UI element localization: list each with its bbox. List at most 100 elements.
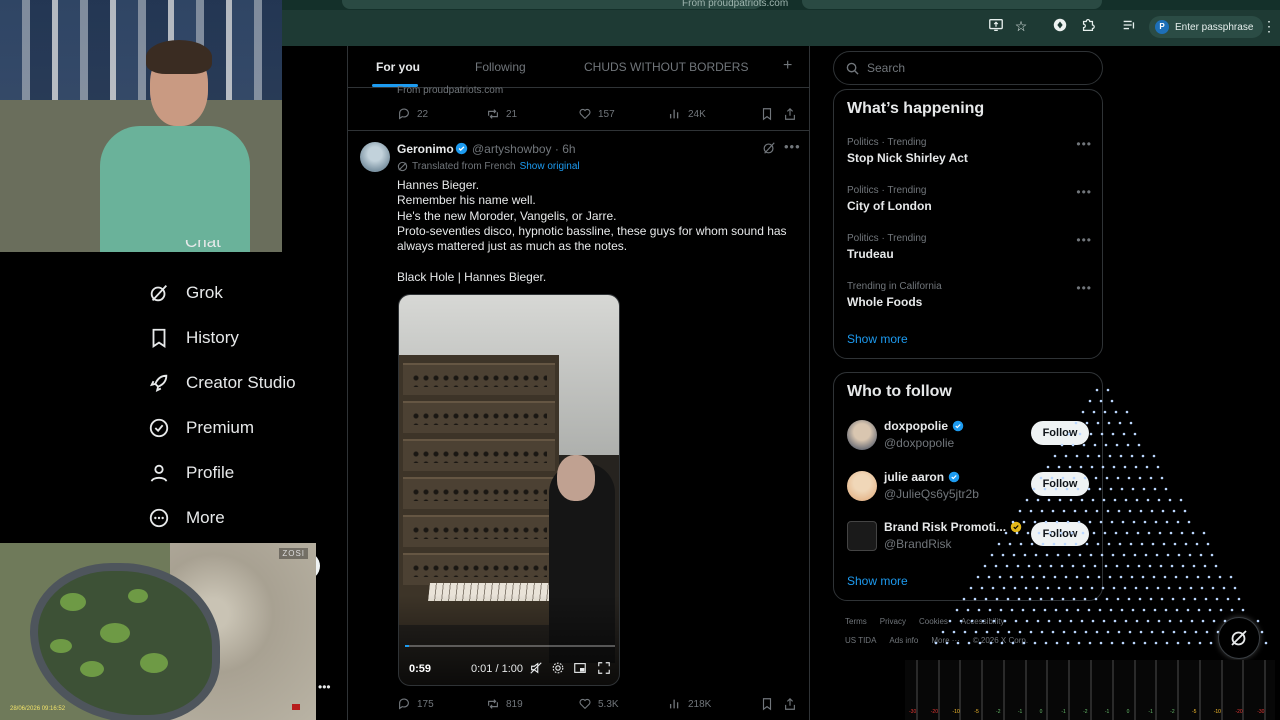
trend-item[interactable]: Politics · Trending Stop Nick Shirley Ac… <box>847 137 1092 173</box>
footer-link-ads-info[interactable]: Ads info <box>889 636 918 645</box>
previous-post-source[interactable]: From proudpatriots.com <box>397 85 503 96</box>
video-player[interactable]: 0:59 0:01 / 1:00 <box>398 294 620 686</box>
overlay-dot <box>1155 553 1159 557</box>
trend-item[interactable]: Trending in California Whole Foods ••• <box>847 281 1092 317</box>
overlay-dot <box>1120 487 1124 491</box>
more-options-icon[interactable]: ••• <box>1076 185 1092 199</box>
account-menu-dots[interactable]: ••• <box>318 680 331 694</box>
search-bar[interactable] <box>833 51 1103 85</box>
overlay-dot <box>1170 564 1174 568</box>
browser-tab[interactable] <box>802 0 1102 9</box>
search-icon <box>846 62 859 75</box>
overlay-dot <box>1183 509 1187 513</box>
show-original-link[interactable]: Show original <box>520 161 580 172</box>
footer-link-us-tida[interactable]: US TIDA <box>845 636 876 645</box>
fullscreen-icon[interactable] <box>597 661 611 675</box>
footer-link-more[interactable]: More ··· <box>931 636 959 645</box>
follow-suggestion[interactable]: julie aaron @JulieQs6y5jtr2b Follow <box>847 470 1092 506</box>
follow-button[interactable]: Follow <box>1031 421 1089 445</box>
overlay-dot <box>1179 619 1183 623</box>
nav-item-profile[interactable]: Profile <box>148 460 234 486</box>
views-button[interactable]: 218K <box>668 697 711 711</box>
overlay-dot <box>1109 608 1113 612</box>
settings-gear-icon[interactable] <box>551 661 565 675</box>
bookmark-icon[interactable] <box>760 107 774 121</box>
follow-show-more-link[interactable]: Show more <box>847 574 908 588</box>
overlay-dot <box>1032 608 1036 612</box>
avatar[interactable] <box>360 142 390 172</box>
tab-following[interactable]: Following <box>475 60 526 74</box>
meter-label: -20 <box>930 709 938 715</box>
nav-item-more[interactable]: More <box>148 505 225 531</box>
more-options-icon[interactable]: ••• <box>1076 281 1092 295</box>
follow-button[interactable]: Follow <box>1031 472 1089 496</box>
overlay-dot <box>1113 619 1117 623</box>
trend-item[interactable]: Politics · Trending Trudeau ••• <box>847 233 1092 269</box>
overlay-dot <box>1124 619 1128 623</box>
trend-item[interactable]: Politics · Trending City of London ••• <box>847 185 1092 221</box>
video-progress-bar[interactable] <box>405 645 615 647</box>
more-options-icon[interactable]: ••• <box>1076 137 1092 151</box>
add-tab-icon[interactable]: + <box>783 57 792 75</box>
screen-share-icon[interactable] <box>987 17 1005 35</box>
overlay-dot <box>1118 542 1122 546</box>
nav-item-chat-label[interactable]: Chat <box>185 240 221 252</box>
share-icon[interactable] <box>783 107 797 121</box>
nav-item-grok[interactable]: Grok <box>148 280 223 306</box>
passphrase-chip[interactable]: P Enter passphrase <box>1149 16 1264 38</box>
share-icon[interactable] <box>783 697 797 711</box>
reply-button[interactable]: 175 <box>397 697 434 711</box>
whats-happening-panel: What’s happening Politics · Trending Sto… <box>833 89 1103 359</box>
more-options-icon[interactable]: ••• <box>784 139 801 154</box>
footer-link-cookies[interactable]: Cookies <box>919 617 948 626</box>
grok-floating-button[interactable] <box>1218 617 1260 659</box>
post-actions: 175 819 5.3K 218K <box>397 697 797 713</box>
footer-link-privacy[interactable]: Privacy <box>880 617 906 626</box>
more-options-icon[interactable]: ••• <box>1076 233 1092 247</box>
nav-item-creator-studio[interactable]: Creator Studio <box>148 370 296 396</box>
overlay-dot <box>1166 553 1170 557</box>
nav-item-history[interactable]: History <box>148 325 239 351</box>
like-button[interactable]: 157 <box>578 107 615 121</box>
extension-shield-icon[interactable] <box>1051 17 1069 35</box>
trend-name: Trudeau <box>847 247 894 261</box>
tab-for-you[interactable]: For you <box>376 60 420 74</box>
post-author-name[interactable]: Geronimo <box>397 142 454 156</box>
follow-suggestion[interactable]: Brand Risk Promoti... @BrandRisk Follow <box>847 520 1092 556</box>
grok-icon[interactable] <box>762 141 776 155</box>
avatar[interactable] <box>847 420 877 450</box>
overlay-dot <box>1150 630 1154 634</box>
bookmark-icon[interactable] <box>760 697 774 711</box>
reply-button[interactable]: 22 <box>397 107 428 121</box>
overlay-dot <box>1119 454 1123 458</box>
overlay-dot <box>1161 509 1165 513</box>
footer-link-accessibility[interactable]: Accessibility <box>961 617 1005 626</box>
star-icon[interactable]: ☆ <box>1012 17 1030 35</box>
tab-chuds-without-borders[interactable]: CHUDS WITHOUT BORDERS <box>584 60 748 74</box>
puzzle-icon[interactable] <box>1079 17 1097 35</box>
follow-button[interactable]: Follow <box>1031 522 1089 546</box>
overlay-dot <box>1087 608 1091 612</box>
search-input[interactable] <box>867 61 1087 75</box>
overlay-dot <box>1105 597 1109 601</box>
overlay-dot <box>1172 630 1176 634</box>
queue-music-icon[interactable] <box>1120 17 1138 35</box>
footer-link-terms[interactable]: Terms <box>845 617 867 626</box>
kebab-menu-icon[interactable]: ⋮ <box>1262 17 1276 35</box>
meter-channel <box>1177 660 1180 720</box>
follow-suggestion[interactable]: doxpopolie @doxpopolie Follow <box>847 419 1092 455</box>
overlay-dot <box>1128 630 1132 634</box>
repost-button[interactable]: 21 <box>486 107 517 121</box>
mute-icon[interactable] <box>529 661 543 675</box>
repost-button[interactable]: 819 <box>486 697 523 711</box>
avatar[interactable] <box>847 471 877 501</box>
views-button[interactable]: 24K <box>668 107 706 121</box>
heart-icon <box>579 108 591 120</box>
like-button[interactable]: 5.3K <box>578 697 619 711</box>
picture-in-picture-icon[interactable] <box>573 661 587 675</box>
avatar[interactable] <box>847 521 877 551</box>
trends-show-more-link[interactable]: Show more <box>847 332 908 346</box>
overlay-dot <box>1103 531 1107 535</box>
nav-item-premium[interactable]: Premium <box>148 415 254 441</box>
post-author-handle[interactable]: @artyshowboy · 6h <box>472 142 576 156</box>
